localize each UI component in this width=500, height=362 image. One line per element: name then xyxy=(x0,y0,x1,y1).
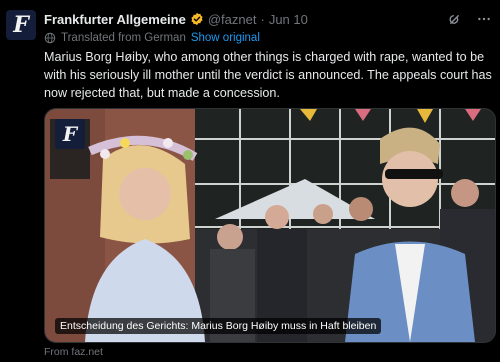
show-original-link[interactable]: Show original xyxy=(191,32,260,44)
photo-illustration xyxy=(45,109,495,342)
translated-label: Translated from German xyxy=(61,32,186,44)
link-card-image[interactable]: F Entscheidung des Gerichts: Marius Borg… xyxy=(44,108,496,343)
more-options-icon[interactable] xyxy=(476,11,492,27)
author-avatar[interactable]: F xyxy=(6,10,36,40)
tweet-text: Marius Borg Høiby, who among other thing… xyxy=(44,50,492,100)
translation-bar: Translated from German Show original xyxy=(44,30,260,46)
author-name[interactable]: Frankfurter Allgemeine xyxy=(44,12,186,27)
link-source[interactable]: From faz.net xyxy=(44,346,103,358)
header-actions xyxy=(446,11,492,27)
grok-icon[interactable] xyxy=(446,11,462,27)
separator-dot: · xyxy=(260,11,265,27)
logo-glyph: F xyxy=(62,122,78,146)
faz-logo-overlay: F xyxy=(55,119,85,149)
avatar-logo-glyph: F xyxy=(13,12,29,38)
tweet-header: Frankfurter Allgemeine @faznet · Jun 10 xyxy=(44,10,492,28)
verified-badge-icon xyxy=(190,12,204,26)
post-timestamp[interactable]: Jun 10 xyxy=(269,12,308,27)
card-caption: Entscheidung des Gerichts: Marius Borg H… xyxy=(55,318,382,334)
globe-icon xyxy=(44,32,56,44)
author-handle[interactable]: @faznet xyxy=(208,12,257,27)
